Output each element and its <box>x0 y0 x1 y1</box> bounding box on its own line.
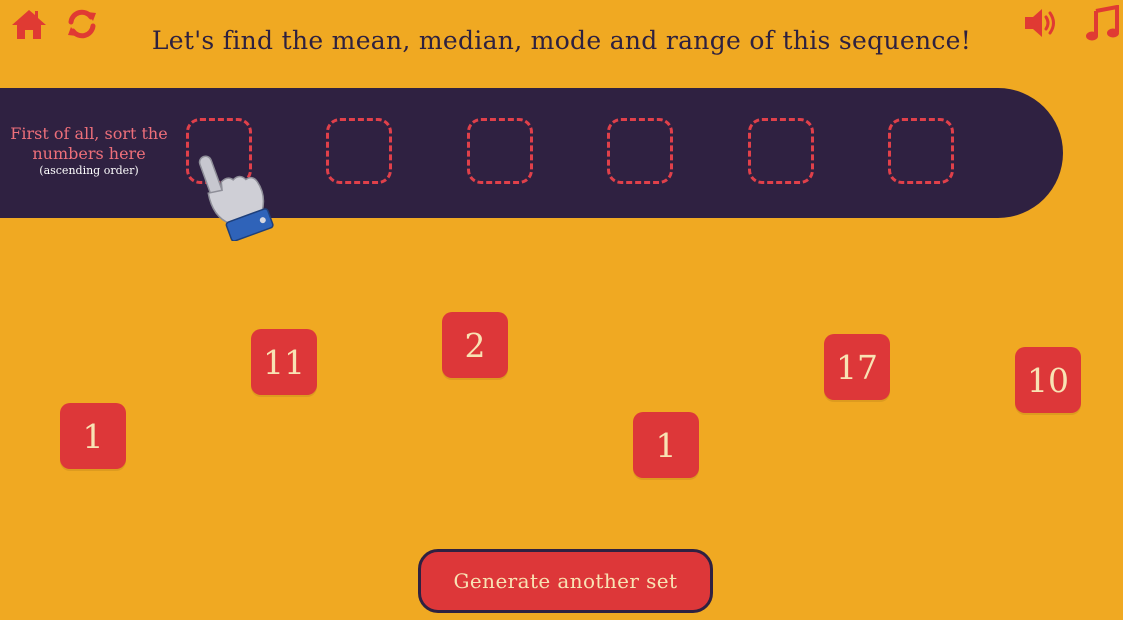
sort-slot-4[interactable] <box>607 118 673 184</box>
number-tile[interactable]: 17 <box>824 334 890 400</box>
sort-instruction-text: First of all, sort the numbers here <box>10 124 168 163</box>
page-title: Let's find the mean, median, mode and ra… <box>151 26 972 55</box>
sort-instruction: First of all, sort the numbers here (asc… <box>6 124 172 177</box>
generate-set-button[interactable]: Generate another set <box>418 549 713 613</box>
number-tile[interactable]: 2 <box>442 312 508 378</box>
sort-instruction-sub: (ascending order) <box>39 164 139 177</box>
sort-slot-5[interactable] <box>748 118 814 184</box>
number-tile[interactable]: 1 <box>633 412 699 478</box>
sort-slot-3[interactable] <box>467 118 533 184</box>
sort-slot-6[interactable] <box>888 118 954 184</box>
hand-pointer-icon <box>198 155 274 241</box>
sort-band: First of all, sort the numbers here (asc… <box>0 88 1063 218</box>
number-tile[interactable]: 11 <box>251 329 317 395</box>
number-tile[interactable]: 1 <box>60 403 126 469</box>
number-tile[interactable]: 10 <box>1015 347 1081 413</box>
sort-slot-2[interactable] <box>326 118 392 184</box>
